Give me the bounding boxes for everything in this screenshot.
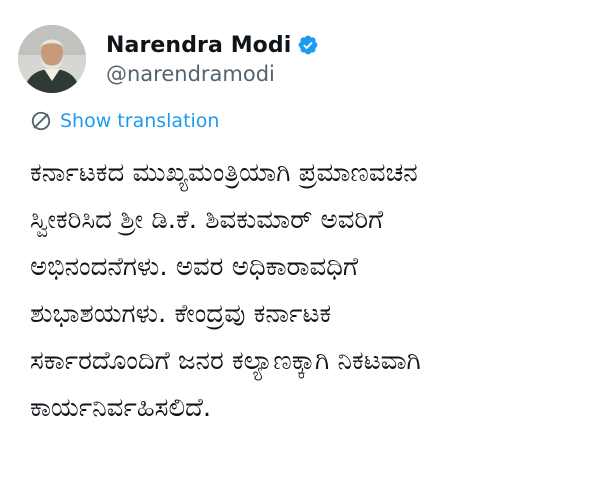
show-translation-label: Show translation — [60, 110, 220, 132]
author-display-name[interactable]: Narendra Modi — [106, 33, 291, 58]
show-translation-button[interactable]: Show translation — [30, 110, 219, 132]
tweet-text-line: ಶುಭಾಶಯಗಳು. ಕೇಂದ್ರವು ಕರ್ನಾಟಕ — [30, 299, 332, 329]
globe-icon — [30, 110, 52, 132]
tweet-text-line: ಅಭಿನಂದನೆಗಳು. ಅವರ ಅಧಿಕಾರಾವಧಿಗೆ — [30, 252, 359, 282]
tweet-text-line: ಕಾರ್ಯನಿರ್ವಹಿಸಲಿದೆ. — [30, 393, 212, 423]
author-names: Narendra Modi @narendramodi — [106, 33, 319, 86]
verified-badge-icon — [297, 34, 319, 56]
author-avatar[interactable] — [18, 25, 86, 93]
tweet-body: ಕರ್ನಾಟಕದ ಮುಖ್ಯಮಂತ್ರಿಯಾಗಿ ಪ್ರಮಾಣವಚನ ಸ್ವೀಕ… — [30, 150, 590, 432]
tweet-text-line: ಸರ್ಕಾರದೊಂದಿಗೆ ಜನರ ಕಲ್ಯಾಣಕ್ಕಾಗಿ ನಿಕಟವಾಗಿ — [30, 346, 421, 376]
tweet-header: Narendra Modi @narendramodi — [18, 24, 319, 94]
tweet-card: Narendra Modi @narendramodi Show transla… — [0, 0, 600, 497]
tweet-text-line: ಸ್ವೀಕರಿಸಿದ ಶ್ರೀ ಡಿ.ಕೆ. ಶಿವಕುಮಾರ್ ಅವರಿಗೆ — [30, 205, 384, 235]
tweet-text-line: ಕರ್ನಾಟಕದ ಮುಖ್ಯಮಂತ್ರಿಯಾಗಿ ಪ್ರಮಾಣವಚನ — [30, 158, 418, 188]
display-name-row: Narendra Modi — [106, 33, 319, 58]
author-handle[interactable]: @narendramodi — [106, 62, 319, 86]
avatar-image — [18, 25, 86, 93]
